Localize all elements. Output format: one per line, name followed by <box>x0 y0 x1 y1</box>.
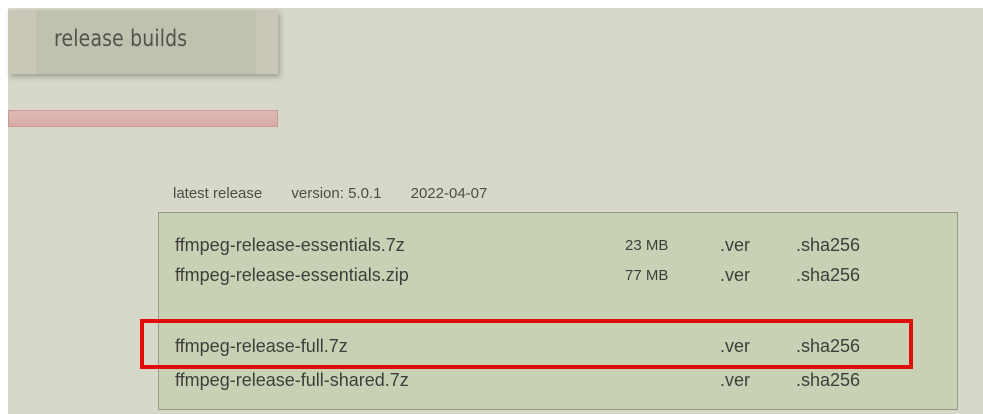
download-row: ffmpeg-release-full-shared.7z .ver .sha2… <box>175 370 915 396</box>
sha256-link[interactable]: .sha256 <box>796 370 860 391</box>
sha256-link[interactable]: .sha256 <box>796 235 860 256</box>
download-link-essentials-zip[interactable]: ffmpeg-release-essentials.zip <box>175 265 409 286</box>
download-row: ffmpeg-release-essentials.7z 23 MB .ver … <box>175 235 915 261</box>
left-border <box>0 0 8 414</box>
progress-bar-fill <box>9 111 277 126</box>
release-meta: latest release version: 5.0.1 2022-04-07 <box>173 185 487 202</box>
release-date: 2022-04-07 <box>410 185 488 202</box>
highlight-box <box>140 319 913 369</box>
ver-link[interactable]: .ver <box>720 265 750 286</box>
release-builds-tab[interactable]: release builds <box>8 10 278 74</box>
latest-release-label: latest release <box>173 185 263 202</box>
ver-link[interactable]: .ver <box>720 235 750 256</box>
download-link-full-shared-7z[interactable]: ffmpeg-release-full-shared.7z <box>175 370 409 391</box>
downloads-panel: ffmpeg-release-essentials.7z 23 MB .ver … <box>158 212 958 410</box>
sha256-link[interactable]: .sha256 <box>796 265 860 286</box>
release-version: version: 5.0.1 <box>291 185 382 202</box>
file-size: 23 MB <box>625 237 669 254</box>
release-builds-title: release builds <box>54 26 188 52</box>
top-border <box>0 0 983 8</box>
download-link-essentials-7z[interactable]: ffmpeg-release-essentials.7z <box>175 235 405 256</box>
download-row: ffmpeg-release-essentials.zip 77 MB .ver… <box>175 265 915 291</box>
ver-link[interactable]: .ver <box>720 370 750 391</box>
file-size: 77 MB <box>625 267 669 284</box>
progress-bar <box>8 110 278 127</box>
